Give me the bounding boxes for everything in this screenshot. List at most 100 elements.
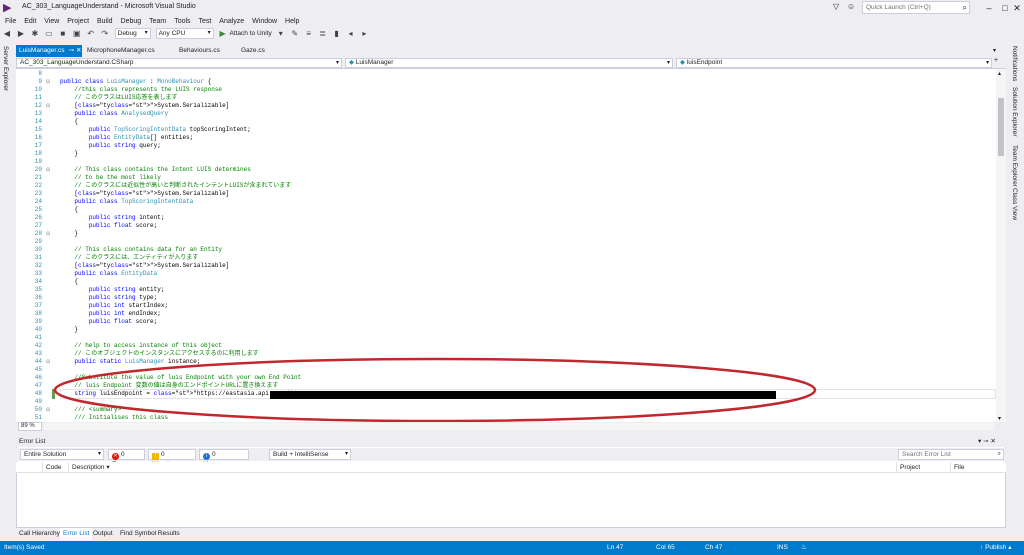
uncomment-icon[interactable]: ≣: [318, 28, 328, 39]
attach-to-unity-button[interactable]: Attach to Unity: [229, 30, 271, 37]
build-filter-select[interactable]: Build + IntelliSense ▾: [269, 449, 351, 460]
feedback-icon[interactable]: ☺: [847, 2, 855, 11]
code-line: {: [60, 278, 79, 285]
column-description[interactable]: Description ▾: [68, 462, 894, 473]
tab-luismanager[interactable]: LuisManager.cs ⊸ ✕: [16, 45, 82, 57]
scrollbar-thumb[interactable]: [998, 98, 1004, 156]
chevron-down-icon[interactable]: ▾: [276, 28, 286, 39]
navigation-bar: AC_303_LanguageUnderstand.CSharp ▾ ◆ Luis…: [16, 57, 1006, 69]
project-select[interactable]: AC_303_LanguageUnderstand.CSharp ▾: [16, 58, 342, 68]
menu-bar: File Edit View Project Build Debug Team …: [0, 16, 1024, 28]
code-line: // このクラスには、エンティティが入ります: [60, 254, 199, 261]
horizontal-scrollbar[interactable]: [44, 423, 994, 430]
code-editor[interactable]: 8 9 ⊟ public class LuisManager : MonoBehavi…: [16, 69, 996, 422]
server-explorer-tab[interactable]: Server Explorer: [2, 46, 9, 91]
save-all-icon[interactable]: ▣: [72, 28, 82, 39]
team-explorer-tab[interactable]: Team Explorer: [1011, 145, 1018, 187]
tab-find-symbol-results[interactable]: Find Symbol Results: [117, 528, 183, 540]
forward-icon[interactable]: ▶: [16, 28, 26, 39]
member-select[interactable]: ◆ luisEndpoint ▾: [676, 58, 992, 68]
quick-launch-input[interactable]: Quick Launch (Ctrl+Q) ⌕: [862, 1, 970, 14]
line-number: 36: [34, 294, 42, 301]
collapse-icon[interactable]: ⊟: [46, 166, 50, 174]
platform-select[interactable]: Any CPU ▾: [155, 28, 214, 39]
menu-debug[interactable]: Debug: [121, 16, 142, 28]
menu-tools[interactable]: Tools: [174, 16, 190, 28]
back-icon[interactable]: ◀: [2, 28, 12, 39]
column-file[interactable]: File: [950, 462, 1004, 473]
filter-icon[interactable]: ▽: [833, 2, 839, 11]
line-number: 17: [34, 142, 42, 149]
line-number: 38: [34, 310, 42, 317]
play-icon[interactable]: ▶: [218, 28, 228, 39]
scroll-up-icon[interactable]: ▴: [998, 70, 1001, 77]
notifications-icon[interactable]: ♨: [801, 541, 807, 555]
messages-filter-button[interactable]: i0 Messages: [199, 449, 249, 468]
warnings-filter-button[interactable]: !0 Warnings: [148, 449, 196, 468]
line-number: 37: [34, 302, 42, 309]
tab-call-hierarchy[interactable]: Call Hierarchy: [16, 528, 63, 540]
comment-icon[interactable]: ≡: [304, 28, 314, 39]
search-error-list-input[interactable]: Search Error List ⌕: [898, 449, 1004, 460]
line-number: 14: [34, 118, 42, 125]
collapse-icon[interactable]: ⊟: [46, 406, 50, 414]
save-icon[interactable]: ■: [58, 28, 68, 39]
scroll-down-icon[interactable]: ▾: [998, 415, 1001, 422]
menu-test[interactable]: Test: [199, 16, 212, 28]
configuration-select[interactable]: Debug ▾: [114, 28, 151, 39]
open-file-icon[interactable]: ▭: [44, 28, 54, 39]
notifications-tab[interactable]: Notifications: [1011, 46, 1018, 81]
scope-select[interactable]: Entire Solution ▾: [20, 449, 104, 460]
column-code[interactable]: Code: [42, 462, 68, 473]
menu-view[interactable]: View: [44, 16, 59, 28]
pin-icon[interactable]: ⊸: [69, 47, 74, 54]
new-project-icon[interactable]: ✱: [30, 28, 40, 39]
menu-window[interactable]: Window: [252, 16, 277, 28]
close-window-button[interactable]: ✕: [1008, 1, 1024, 15]
zoom-level-select[interactable]: 89 %: [18, 422, 42, 431]
collapse-icon[interactable]: ⊟: [46, 230, 50, 238]
menu-file[interactable]: File: [5, 16, 16, 28]
tab-microphonemanager[interactable]: MicrophoneManager.cs: [84, 45, 158, 57]
collapse-icon[interactable]: ⊟: [46, 78, 50, 86]
tab-behaviours[interactable]: Behaviours.cs: [176, 45, 223, 57]
collapse-icon[interactable]: ⊟: [46, 358, 50, 366]
line-number: 24: [34, 198, 42, 205]
errors-filter-button[interactable]: ✕0 Errors: [108, 449, 145, 468]
code-line: public int startIndex;: [88, 302, 169, 309]
menu-help[interactable]: Help: [285, 16, 299, 28]
code-line: }: [60, 326, 79, 333]
tab-error-list[interactable]: Error List: [60, 528, 93, 540]
line-number: 46: [34, 374, 42, 381]
code-line: // このクラスはLUIS応答を表します: [60, 94, 178, 101]
tab-output[interactable]: Output: [90, 528, 116, 540]
bookmark-icon[interactable]: ▮: [332, 28, 342, 39]
class-select[interactable]: ◆ LuisManager ▾: [345, 58, 673, 68]
bookmark-next-icon[interactable]: ▸: [359, 28, 369, 39]
tab-gaze[interactable]: Gaze.cs: [238, 45, 268, 57]
undo-icon[interactable]: ↶: [86, 28, 96, 39]
line-number: 49: [34, 398, 42, 405]
field-icon: ◆: [680, 59, 685, 66]
redo-icon[interactable]: ↷: [100, 28, 110, 39]
line-number: 33: [34, 270, 42, 277]
collapse-icon[interactable]: ⊟: [46, 102, 50, 110]
split-window-icon[interactable]: +: [994, 57, 998, 64]
menu-team[interactable]: Team: [149, 16, 166, 28]
solution-explorer-tab[interactable]: Solution Explorer: [1011, 87, 1018, 137]
panel-window-controls[interactable]: ▾ ⊸ ✕: [978, 436, 996, 447]
bookmark-prev-icon[interactable]: ◂: [345, 28, 355, 39]
menu-analyze[interactable]: Analyze: [219, 16, 244, 28]
code-line: public class AnalysedQuery: [74, 110, 169, 117]
error-icon: ✕: [112, 453, 119, 460]
close-icon[interactable]: ✕: [76, 47, 81, 54]
class-view-tab[interactable]: Class View: [1011, 188, 1018, 220]
brush-icon[interactable]: ✎: [290, 28, 300, 39]
tab-list-dropdown-icon[interactable]: ▾: [993, 47, 996, 54]
menu-project[interactable]: Project: [67, 16, 89, 28]
code-line: // This class contains the Intent LUIS d…: [60, 166, 251, 173]
column-project[interactable]: Project: [896, 462, 950, 473]
menu-edit[interactable]: Edit: [24, 16, 36, 28]
menu-build[interactable]: Build: [97, 16, 113, 28]
publish-button[interactable]: ↑ Publish ▴: [980, 541, 1011, 555]
